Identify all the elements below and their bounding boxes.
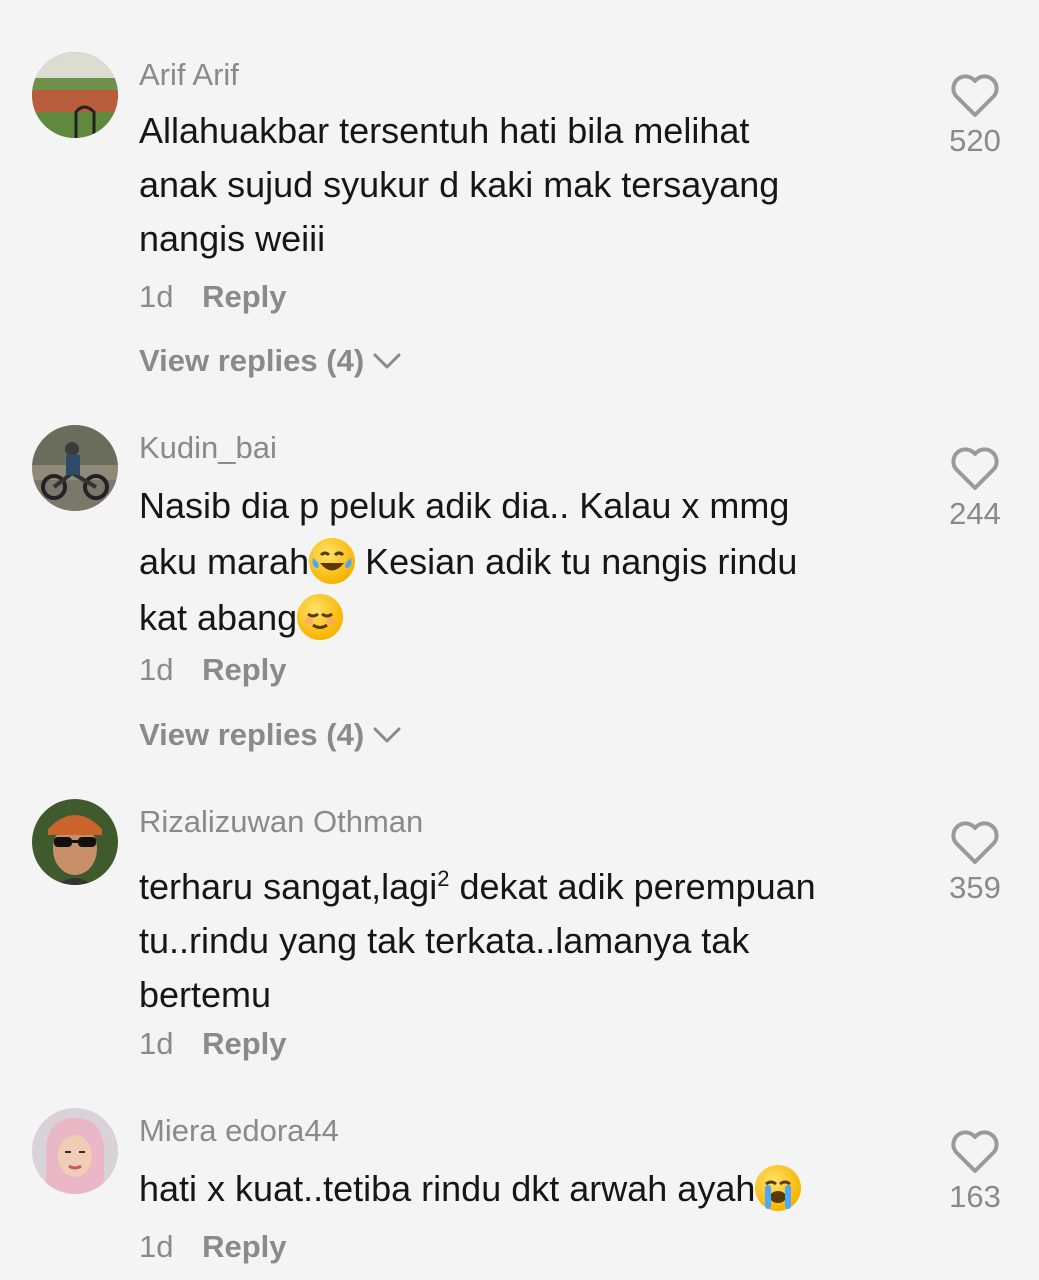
reply-button[interactable]: Reply (202, 279, 286, 314)
view-replies-label: View replies (4) (139, 717, 365, 752)
comment-meta: 1d Reply (139, 652, 287, 688)
comment-line: hati x kuat..tetiba rindu dkt arwah ayah (139, 1162, 899, 1216)
username[interactable]: Arif Arif (139, 57, 239, 93)
comment-text-segment: hati x kuat..tetiba rindu dkt arwah ayah (139, 1168, 756, 1209)
comment-text: terharu sangat,lagi2 dekat adik perempua… (139, 852, 899, 1022)
reply-button[interactable]: Reply (202, 652, 286, 687)
comment-line: aku marah Kesian adik tu nangis rindu (139, 534, 899, 590)
comment-meta: 1d Reply (139, 1026, 287, 1062)
view-replies-label: View replies (4) (139, 343, 365, 378)
crying-face-emoji (755, 1165, 802, 1211)
timestamp: 1d (139, 279, 174, 314)
comment-text-segment: Kesian adik tu nangis rindu (355, 541, 798, 582)
like-count: 520 (949, 123, 1001, 158)
heart-icon (951, 74, 999, 117)
comment-line: Nasib dia p peluk adik dia.. Kalau x mmg (139, 485, 790, 526)
comment-line: bertemu (139, 974, 272, 1015)
comment-text: Allahuakbar tersentuh hati bila melihat … (139, 104, 899, 266)
man-sunglasses-avatar (32, 799, 118, 885)
heart-icon (951, 447, 999, 490)
comment-line: anak sujud syukur d kaki mak tersayang (139, 164, 780, 205)
comment-line: tu..rindu yang tak terkata..lamanya tak (139, 920, 750, 961)
username[interactable]: Rizalizuwan Othman (139, 804, 423, 840)
comment-text-segment: dekat adik perempuan (449, 866, 816, 907)
comment-line: terharu sangat,lagi2 dekat adik perempua… (139, 852, 899, 914)
like-button[interactable]: 244 (935, 446, 1015, 532)
like-count: 359 (949, 870, 1001, 905)
superscript: 2 (437, 866, 450, 891)
comment-text: Nasib dia p peluk adik dia.. Kalau x mmg… (139, 478, 899, 646)
username[interactable]: Miera edora44 (139, 1113, 339, 1149)
timestamp: 1d (139, 1026, 174, 1061)
reply-button[interactable]: Reply (202, 1229, 286, 1264)
reply-button[interactable]: Reply (202, 1026, 286, 1061)
timestamp: 1d (139, 1229, 174, 1264)
comment-line: kat abang (139, 590, 899, 646)
comment-text-segment: terharu sangat,lagi (139, 866, 438, 907)
view-replies-button[interactable]: View replies (4) (139, 343, 402, 379)
like-button[interactable]: 520 (935, 73, 1015, 159)
like-button[interactable]: 359 (935, 820, 1015, 906)
timestamp: 1d (139, 652, 174, 687)
relieved-face-emoji (297, 594, 344, 640)
comment-text: hati x kuat..tetiba rindu dkt arwah ayah (139, 1162, 899, 1216)
chevron-down-icon (373, 353, 401, 369)
heart-icon (951, 821, 999, 864)
motorcycle-photo-avatar (32, 425, 118, 511)
like-count: 163 (949, 1179, 1001, 1214)
comment-line: Allahuakbar tersentuh hati bila melihat (139, 110, 750, 151)
comment-line: nangis weiii (139, 218, 326, 259)
comment-meta: 1d Reply (139, 1229, 287, 1265)
chevron-down-icon (373, 727, 401, 743)
like-count: 244 (949, 496, 1001, 531)
avatar[interactable] (32, 425, 118, 511)
username[interactable]: Kudin_bai (139, 430, 277, 466)
view-replies-button[interactable]: View replies (4) (139, 717, 402, 753)
avatar[interactable] (32, 799, 118, 885)
woman-hijab-avatar (32, 1108, 118, 1194)
avatar[interactable] (32, 52, 118, 138)
stadium-photo-avatar (32, 52, 118, 138)
like-button[interactable]: 163 (935, 1129, 1015, 1215)
comment-text-segment: kat abang (139, 597, 298, 638)
comment-text-segment: aku marah (139, 541, 310, 582)
avatar[interactable] (32, 1108, 118, 1194)
joy-tears-emoji (309, 538, 356, 584)
heart-icon (951, 1130, 999, 1173)
comment-meta: 1d Reply (139, 279, 287, 315)
